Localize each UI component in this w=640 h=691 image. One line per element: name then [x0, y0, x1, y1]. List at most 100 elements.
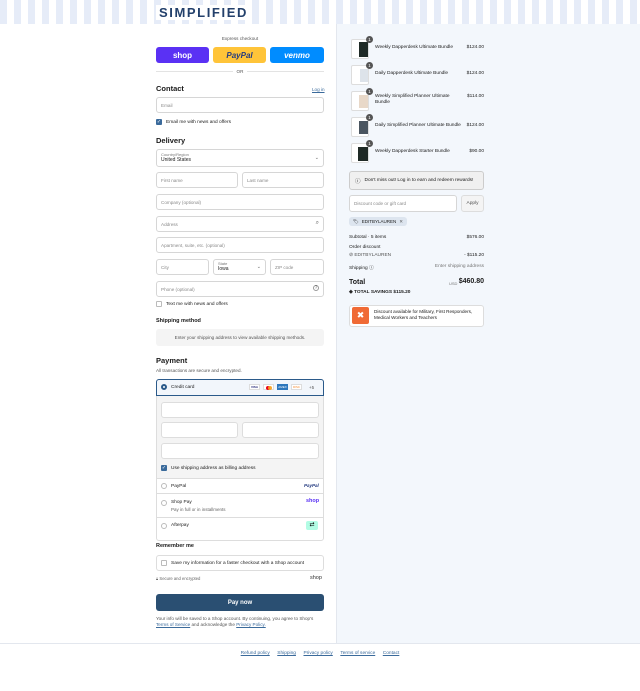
legal-and: and acknowledge the: [191, 622, 235, 627]
discount-code-line: ⊘ EDITBYLAUREN: [349, 253, 391, 258]
shop-logo-icon: shop: [310, 575, 322, 581]
header-banner: [0, 0, 640, 24]
delivery-heading: Delivery: [156, 136, 186, 145]
shop-pay-button[interactable]: shop: [156, 47, 209, 63]
rewards-text: Don't miss out! Log in to earn and redee…: [364, 178, 474, 183]
product-price: $114.00: [467, 94, 484, 99]
tag-icon: 🏷︎: [353, 218, 359, 224]
afterpay-radio[interactable]: [161, 523, 167, 529]
phone-placeholder: Phone (optional): [161, 286, 195, 292]
total-savings-line: ◈ TOTAL SAVINGS $115.20: [349, 290, 410, 295]
secure-note: 🔒︎ Secure and encrypted: [156, 576, 200, 581]
remember-me-heading: Remember me: [156, 543, 194, 549]
chevron-down-icon: ⌄: [314, 155, 319, 161]
privacy-link[interactable]: Privacy Policy.: [236, 622, 266, 627]
name-on-card-field[interactable]: [161, 443, 319, 459]
save-info-checkbox[interactable]: [161, 560, 167, 566]
shop-pay-label: Shop Pay: [171, 500, 192, 505]
apply-button[interactable]: Apply: [461, 195, 484, 212]
shipping-line: Shipping ⓘ: [349, 264, 374, 271]
pay-now-button[interactable]: Pay now: [156, 594, 324, 611]
order-discount-label: Order discount: [349, 245, 381, 250]
chevron-down-icon: ⌄: [256, 264, 261, 270]
text-news-checkbox[interactable]: [156, 301, 162, 307]
city-field[interactable]: City: [156, 259, 209, 275]
quantity-badge: 1: [366, 62, 373, 69]
expiration-field[interactable]: [161, 422, 238, 438]
military-discount-text: Discount available for Military, First R…: [374, 309, 473, 320]
quantity-badge: 1: [366, 88, 373, 95]
product-price: $90.00: [469, 149, 484, 154]
payment-subtitle: All transactions are secure and encrypte…: [156, 368, 242, 373]
phone-field[interactable]: Phone (optional) ?: [156, 281, 324, 297]
state-select[interactable]: State Iowa ⌄: [213, 259, 266, 275]
total-savings: TOTAL SAVINGS $115.20: [354, 290, 411, 295]
terms-link[interactable]: Terms of Service: [156, 622, 190, 627]
paypal-radio[interactable]: [161, 483, 167, 489]
shipping-link[interactable]: Shipping: [277, 651, 296, 656]
paypal-button[interactable]: PayPal: [213, 47, 266, 63]
privacy-policy-link[interactable]: Privacy policy: [303, 651, 332, 656]
info-icon: ⓘ: [355, 178, 361, 185]
shop-pay-radio[interactable]: [161, 500, 167, 506]
country-select[interactable]: Country/Region United States ⌄: [156, 149, 324, 167]
login-link[interactable]: Log in: [312, 87, 325, 92]
product-price: $124.00: [466, 71, 484, 76]
payment-heading: Payment: [156, 356, 188, 365]
zip-field[interactable]: ZIP code: [270, 259, 324, 275]
shop-pay-logo-icon: shop: [306, 498, 320, 504]
or-divider-label: OR: [233, 69, 247, 74]
news-checkbox-label: Email me with news and offers: [166, 120, 231, 125]
discount-tag: 🏷︎ EDITBYLAUREN ✕: [349, 217, 408, 226]
contact-heading: Contact: [156, 84, 184, 93]
discover-icon: DISC: [291, 384, 302, 390]
rewards-banner[interactable]: ⓘ Don't miss out! Log in to earn and red…: [349, 171, 484, 190]
contact-link[interactable]: Contact: [383, 651, 400, 656]
security-code-field[interactable]: [242, 422, 319, 438]
planner-thumb-image: [360, 69, 368, 82]
shop-pay-sublabel: Pay in full or in installments: [171, 507, 226, 512]
planner-thumb-image: [359, 42, 368, 57]
venmo-button[interactable]: venmo: [270, 47, 324, 63]
discount-code-field[interactable]: Discount code or gift card: [349, 195, 457, 212]
brand-logo[interactable]: SIMPLIFIED: [156, 5, 251, 20]
credit-card-radio[interactable]: [161, 384, 167, 390]
footer-links: Refund policy Shipping Privacy policy Te…: [0, 650, 640, 656]
help-icon[interactable]: ?: [313, 285, 319, 291]
apartment-field[interactable]: Apartment, suite, etc. (optional): [156, 237, 324, 253]
search-icon: ⌕: [315, 220, 319, 226]
address-field[interactable]: Address ⌕: [156, 216, 324, 232]
quantity-badge: 1: [366, 140, 373, 147]
express-checkout-title: Express checkout: [221, 36, 259, 41]
shipping-label: Shipping: [349, 266, 368, 271]
first-name-field[interactable]: First name: [156, 172, 238, 188]
billing-same-label: Use shipping address as billing address: [171, 466, 256, 471]
close-icon[interactable]: ✕: [399, 219, 403, 225]
refund-policy-link[interactable]: Refund policy: [241, 651, 270, 656]
afterpay-label: Afterpay: [171, 523, 189, 528]
legal-text: Your info will be saved to a Shop accoun…: [156, 616, 328, 628]
planner-thumb-image: [359, 121, 368, 134]
company-field[interactable]: Company (optional): [156, 194, 324, 210]
shipping-method-heading: Shipping method: [156, 318, 201, 324]
news-checkbox[interactable]: ✓: [156, 119, 162, 125]
quantity-badge: 1: [366, 114, 373, 121]
address-placeholder: Address: [161, 221, 178, 227]
more-cards-label: +5: [309, 385, 315, 390]
discount-value: - $115.20: [464, 253, 484, 258]
email-field[interactable]: Email: [156, 97, 324, 113]
divider: [156, 478, 324, 479]
planner-thumb-image: [358, 147, 368, 161]
paypal-logo-icon: PayPal: [304, 483, 319, 488]
total-label: Total: [349, 279, 366, 286]
last-name-field[interactable]: Last name: [242, 172, 324, 188]
billing-same-checkbox[interactable]: ✓: [161, 465, 167, 471]
amex-icon: AMEX: [277, 384, 288, 390]
save-info-label: Save my information for a faster checkou…: [171, 561, 305, 566]
product-price: $124.00: [466, 123, 484, 128]
terms-of-service-link[interactable]: Terms of service: [340, 651, 375, 656]
help-icon[interactable]: ⓘ: [369, 266, 374, 271]
mastercard-icon: [263, 384, 274, 390]
card-number-field[interactable]: [161, 402, 319, 418]
shipping-method-note: Enter your shipping address to view avai…: [156, 329, 324, 346]
